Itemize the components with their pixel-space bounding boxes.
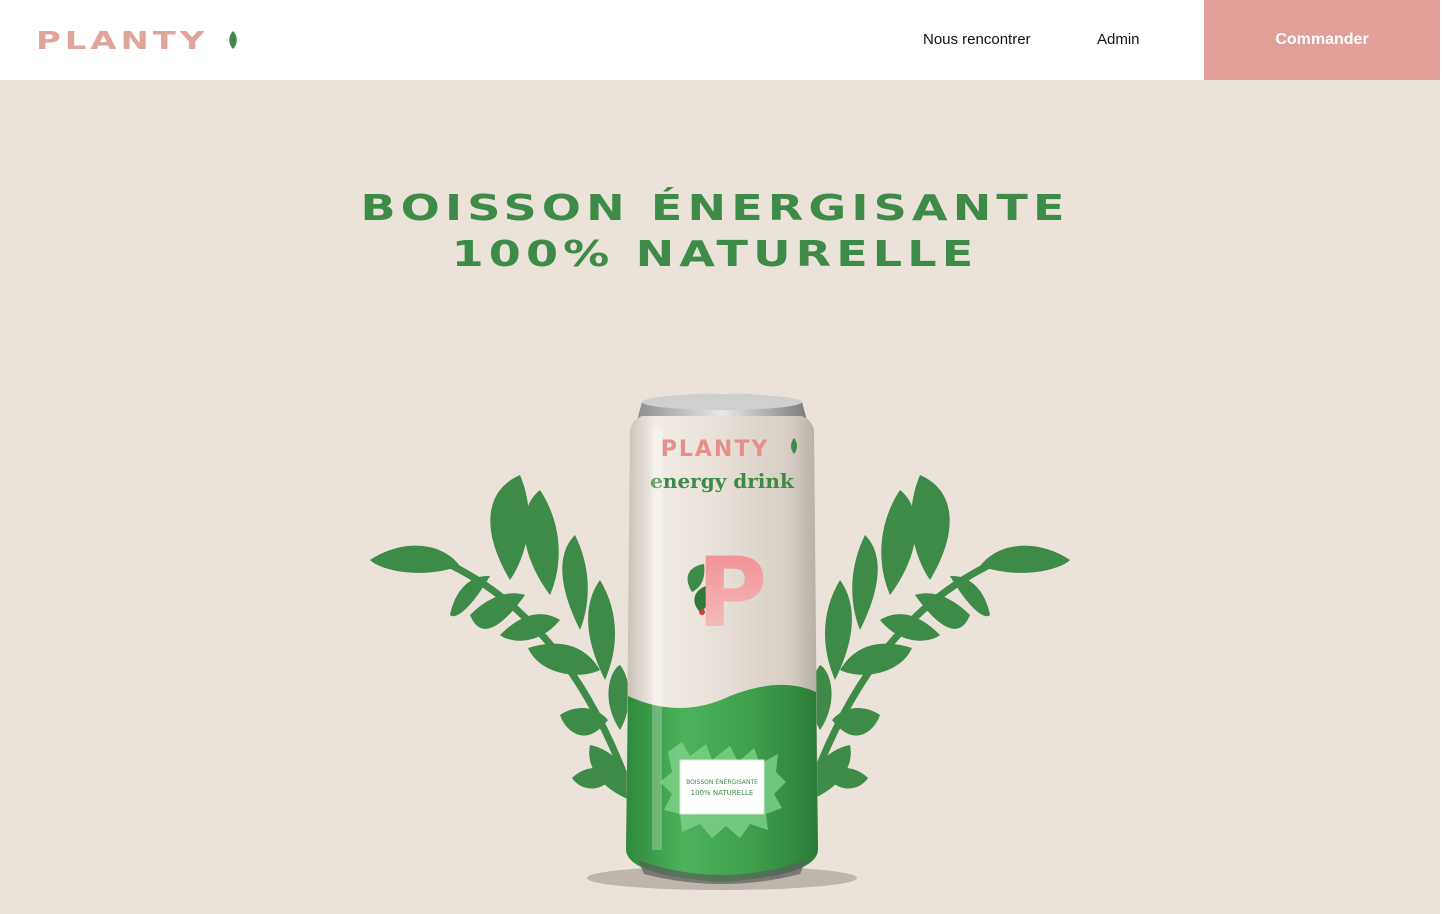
hero-title-line1: BOISSON ÉNERGISANTE: [360, 188, 1070, 229]
logo-text: PLANTY: [36, 25, 209, 55]
left-branch: [370, 475, 634, 800]
order-button[interactable]: Commander: [1204, 0, 1440, 80]
nav-link-nous-rencontrer[interactable]: Nous rencontrer: [923, 31, 1031, 48]
logo[interactable]: PLANTY: [36, 24, 238, 56]
can-brand: PLANTY: [661, 437, 770, 462]
energy-drink-can: BOISSON ÉNERGISANTE 100% NATURELLE PLANT…: [626, 393, 818, 884]
can-letter: P: [697, 537, 767, 649]
can-subtitle: energy drink: [650, 469, 795, 493]
hero-visual: BOISSON ÉNERGISANTE 100% NATURELLE PLANT…: [360, 380, 1080, 914]
can-illustration: BOISSON ÉNERGISANTE 100% NATURELLE PLANT…: [370, 393, 1070, 890]
site-header: PLANTY Nous rencontrer Admin Commander: [0, 0, 1443, 80]
can-label-line1: BOISSON ÉNERGISANTE: [686, 778, 758, 786]
can-label-line2: 100% NATURELLE: [691, 789, 754, 797]
hero-title-line2: 100% NATURELLE: [451, 234, 979, 275]
nav-link-admin[interactable]: Admin: [1097, 31, 1140, 48]
right-branch: [806, 475, 1070, 800]
hero-title: BOISSON ÉNERGISANTE 100% NATURELLE: [0, 186, 1430, 278]
